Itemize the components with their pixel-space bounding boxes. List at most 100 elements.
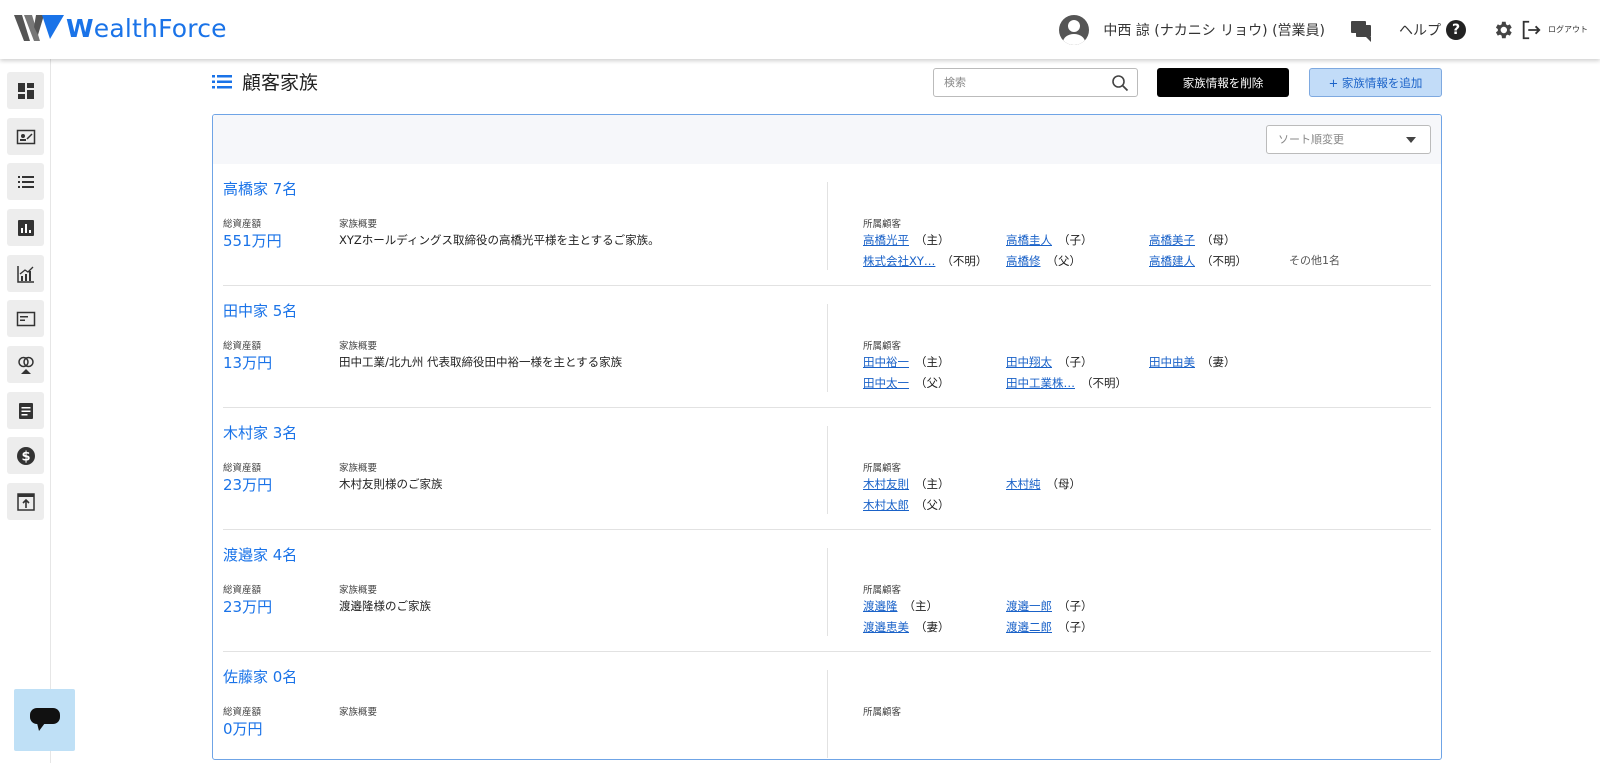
summary-label: 家族概要 [339,463,378,474]
member-item: 渡邉一郎 （子） [1006,598,1093,614]
logout-label[interactable]: ログアウト [1548,24,1588,35]
app-logo[interactable]: WealthForce [14,13,227,43]
member-link[interactable]: 渡邉二郎 [1006,620,1052,634]
member-item: 渡邉恵美 （妻） [863,619,950,635]
member-link[interactable]: 株式会社XY… [863,254,935,268]
family-name[interactable]: 高橋家 7名 [223,178,297,199]
member-item: 田中翔太 （子） [1006,354,1093,370]
sidebar-item-analytics[interactable] [7,255,44,292]
member-link[interactable]: 高橋修 [1006,254,1041,268]
divider [827,426,828,514]
member-role: （母） [1201,233,1236,247]
logo-mark-icon [14,15,64,41]
members-label: 所属顧客 [863,341,902,352]
sidebar-item-family[interactable] [7,346,44,383]
dashboard-icon [17,82,34,99]
delete-family-button[interactable]: 家族情報を削除 [1157,68,1289,97]
help-label[interactable]: ヘルプ [1399,20,1441,40]
member-link[interactable]: 高橋光平 [863,233,909,247]
sort-select[interactable]: ソート順変更 [1266,125,1431,154]
chat-bubble-icon [29,708,60,731]
add-family-button[interactable]: + 家族情報を追加 [1309,68,1442,97]
sidebar-item-export[interactable] [7,483,44,520]
member-role: （子） [1058,620,1093,634]
total-assets-value: 23万円 [223,476,273,494]
sidebar-item-dashboard[interactable] [7,72,44,109]
sidebar-item-window[interactable] [7,300,44,337]
total-assets-value: 0万円 [223,720,263,738]
family-name[interactable]: 渡邉家 4名 [223,544,297,565]
family-summary: 田中工業/北九州 代表取締役田中裕一様を主とする家族 [339,355,623,369]
svg-text:$: $ [21,449,30,464]
member-link[interactable]: 高橋建人 [1149,254,1195,268]
total-assets-label: 総資産額 [223,707,262,718]
sidebar-item-finance[interactable]: $ [7,437,44,474]
search-icon[interactable] [1111,74,1129,92]
dollar-icon: $ [16,446,35,465]
help-icon[interactable]: ? [1446,19,1466,40]
total-assets-label: 総資産額 [223,463,262,474]
avatar-icon[interactable] [1059,14,1090,45]
family-row: 渡邉家 4名 総資産額 23万円 家族概要 渡邉隆様のご家族 所属顧客 渡邉隆 （… [223,530,1431,652]
member-item: 高橋圭人 （子） [1006,232,1093,248]
search-input[interactable] [934,69,1104,96]
member-item: 株式会社XY… （不明） [863,253,987,269]
sidebar-item-reports[interactable] [7,209,44,246]
member-link[interactable]: 田中太一 [863,376,909,390]
member-link[interactable]: 田中由美 [1149,355,1195,369]
member-link[interactable]: 木村太郎 [863,498,909,512]
logout-icon[interactable] [1520,19,1542,41]
page-title: 顧客家族 [242,72,319,94]
member-link[interactable]: 渡邉一郎 [1006,599,1052,613]
family-row: 木村家 3名 総資産額 23万円 家族概要 木村友則様のご家族 所属顧客 木村友… [223,408,1431,530]
member-role: （父） [915,498,950,512]
family-name[interactable]: 木村家 3名 [223,422,297,443]
sidebar-item-documents[interactable] [7,392,44,429]
member-link[interactable]: 高橋圭人 [1006,233,1052,247]
sidebar-item-contacts[interactable] [7,118,44,155]
gear-icon[interactable] [1492,19,1514,41]
divider [827,182,828,270]
divider [827,548,828,636]
total-assets-label: 総資産額 [223,585,262,596]
total-assets-label: 総資産額 [223,341,262,352]
member-role: （主） [915,477,950,491]
more-members-link[interactable]: その他1名 [1289,252,1340,268]
member-link[interactable]: 田中翔太 [1006,355,1052,369]
member-link[interactable]: 田中工業株… [1006,376,1075,390]
total-assets-value: 551万円 [223,232,282,250]
list-icon [212,74,232,88]
total-assets-label: 総資産額 [223,219,262,230]
member-item: 渡邉二郎 （子） [1006,619,1093,635]
member-link[interactable]: 渡邉恵美 [863,620,909,634]
member-link[interactable]: 木村純 [1006,477,1041,491]
panel-toolbar: ソート順変更 [213,115,1441,164]
logo-text: WealthForce [66,13,227,43]
divider [827,670,828,758]
rings-icon [17,356,34,374]
family-name[interactable]: 田中家 5名 [223,300,297,321]
member-link[interactable]: 木村友則 [863,477,909,491]
total-assets-value: 13万円 [223,354,273,372]
chat-support-button[interactable] [14,689,75,751]
family-summary: 木村友則様のご家族 [339,477,443,491]
family-row: 田中家 5名 総資産額 13万円 家族概要 田中工業/北九州 代表取締役田中裕一… [223,286,1431,408]
page-header: 顧客家族 [212,68,318,95]
member-link[interactable]: 田中裕一 [863,355,909,369]
messages-icon[interactable] [1351,20,1373,42]
user-name[interactable]: 中西 諒 (ナカニシ リョウ) (営業員) [1103,20,1325,40]
chevron-down-icon [1406,137,1416,143]
member-item: 高橋光平 （主） [863,232,950,248]
upload-box-icon [16,492,35,511]
summary-label: 家族概要 [339,585,378,596]
sidebar-item-list[interactable] [7,163,44,200]
members-label: 所属顧客 [863,463,902,474]
member-item: 高橋美子 （母） [1149,232,1236,248]
member-role: （主） [915,233,950,247]
member-item: 高橋修 （父） [1006,253,1081,269]
member-role: （主） [915,355,950,369]
summary-label: 家族概要 [339,341,378,352]
member-link[interactable]: 渡邉隆 [863,599,898,613]
member-link[interactable]: 高橋美子 [1149,233,1195,247]
family-name[interactable]: 佐藤家 0名 [223,666,297,687]
